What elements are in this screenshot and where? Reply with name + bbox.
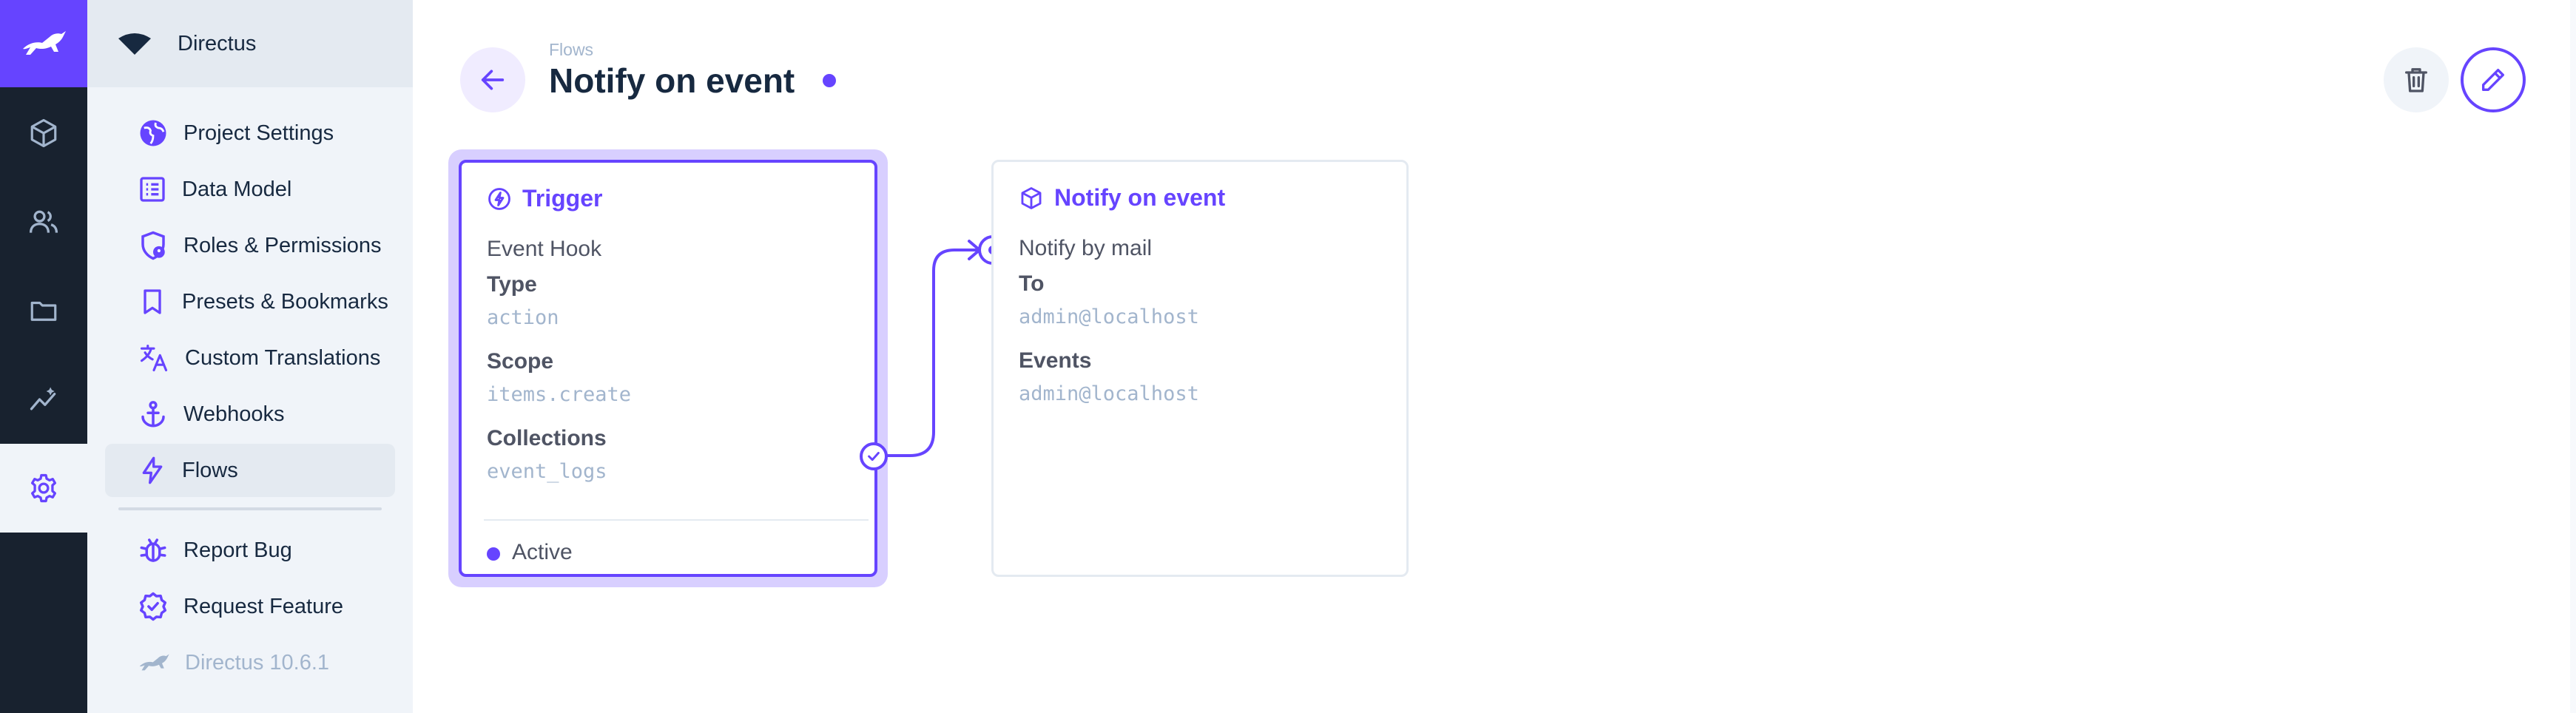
pencil-icon: [2482, 69, 2504, 92]
rabbit-logo-icon: [139, 654, 169, 671]
project-name: Directus: [178, 31, 257, 55]
version-info: Directus 10.6.1: [105, 636, 395, 689]
globe-icon: [140, 120, 166, 146]
arrow-left-icon: [481, 70, 505, 90]
trigger-type-label: Type: [487, 272, 537, 297]
nav-item-label: Roles & Permissions: [183, 233, 382, 257]
bolt-icon: [142, 456, 163, 484]
operation-panel[interactable]: Notify on event Notify by mail To admin@…: [991, 160, 1409, 577]
bolt-circle-icon: [488, 187, 510, 210]
cube-icon[interactable]: [0, 89, 87, 178]
verified-icon: [139, 592, 167, 621]
rabbit-logo-icon[interactable]: [0, 0, 87, 87]
trigger-scope-value: items.create: [487, 383, 632, 406]
module-bar: [0, 0, 87, 713]
list-box-icon: [140, 177, 165, 202]
settings-navigation: Directus Project Settings Data Model Rol…: [87, 0, 413, 713]
nav-item-project-settings[interactable]: Project Settings: [105, 107, 395, 160]
nav-item-custom-translations[interactable]: Custom Translations: [105, 331, 395, 385]
operation-title: Notify on event: [1054, 184, 1226, 211]
nav-item-webhooks[interactable]: Webhooks: [105, 388, 395, 441]
resolve-handle[interactable]: [860, 442, 888, 470]
operation-panel-header: Notify on event: [1019, 184, 1225, 212]
nav-item-label: Flows: [182, 458, 238, 482]
box-icon: [1021, 186, 1042, 209]
wifi-icon: [118, 33, 151, 55]
translate-icon: [140, 344, 168, 372]
nav-item-request-feature[interactable]: Request Feature: [105, 580, 395, 633]
operation-kind: Notify by mail: [1019, 236, 1153, 260]
nav-item-label: Custom Translations: [185, 345, 381, 370]
trigger-kind: Event Hook: [487, 237, 602, 261]
nav-item-label: Presets & Bookmarks: [182, 289, 388, 314]
bug-icon: [140, 538, 166, 562]
page-title: Notify on event: [549, 61, 795, 100]
bookmark-icon: [144, 289, 161, 314]
insights-icon[interactable]: [0, 355, 87, 444]
nav-item-label: Project Settings: [183, 121, 334, 145]
users-icon[interactable]: [0, 178, 87, 266]
trigger-title: Trigger: [522, 185, 603, 212]
delete-button[interactable]: [2384, 47, 2449, 112]
scrollbar-track[interactable]: [2570, 0, 2576, 713]
operation-to-label: To: [1019, 271, 1045, 296]
anchor-icon: [141, 401, 165, 428]
trigger-status: Active: [512, 540, 573, 564]
trigger-collections-value: event_logs: [487, 460, 607, 483]
nav-item-label: Request Feature: [183, 594, 344, 618]
nav-divider: [118, 507, 382, 510]
nav-item-label: Webhooks: [183, 402, 285, 426]
breadcrumb[interactable]: Flows: [549, 40, 593, 60]
trigger-collections-label: Collections: [487, 426, 607, 450]
nav-item-data-model[interactable]: Data Model: [105, 163, 395, 216]
shield-account-icon: [141, 231, 165, 260]
nav-item-flows[interactable]: Flows: [105, 444, 395, 497]
edit-button[interactable]: [2461, 47, 2526, 112]
status-dot: [487, 547, 500, 561]
operation-to-value: admin@localhost: [1019, 305, 1199, 328]
trigger-scope-label: Scope: [487, 349, 554, 374]
nav-item-report-bug[interactable]: Report Bug: [105, 524, 395, 577]
gear-icon[interactable]: [0, 444, 87, 533]
trash-icon: [2405, 68, 2427, 92]
operation-events-value: admin@localhost: [1019, 382, 1199, 405]
operation-events-label: Events: [1019, 348, 1092, 373]
back-button[interactable]: [460, 47, 525, 112]
trigger-type-value: action: [487, 306, 559, 329]
unsaved-indicator: [823, 74, 836, 87]
panel-footer-divider: [484, 519, 869, 521]
nav-item-roles-permissions[interactable]: Roles & Permissions: [105, 219, 395, 272]
nav-item-label: Data Model: [182, 177, 292, 201]
project-switcher[interactable]: Directus: [87, 0, 413, 87]
trigger-panel[interactable]: Trigger Event Hook Type action Scope ite…: [459, 160, 877, 577]
trigger-panel-header: Trigger: [487, 185, 602, 212]
folder-icon[interactable]: [0, 266, 87, 355]
nav-item-label: Report Bug: [183, 538, 292, 562]
nav-item-presets-bookmarks[interactable]: Presets & Bookmarks: [105, 275, 395, 328]
check-icon: [868, 451, 880, 462]
version-label: Directus 10.6.1: [185, 650, 330, 675]
